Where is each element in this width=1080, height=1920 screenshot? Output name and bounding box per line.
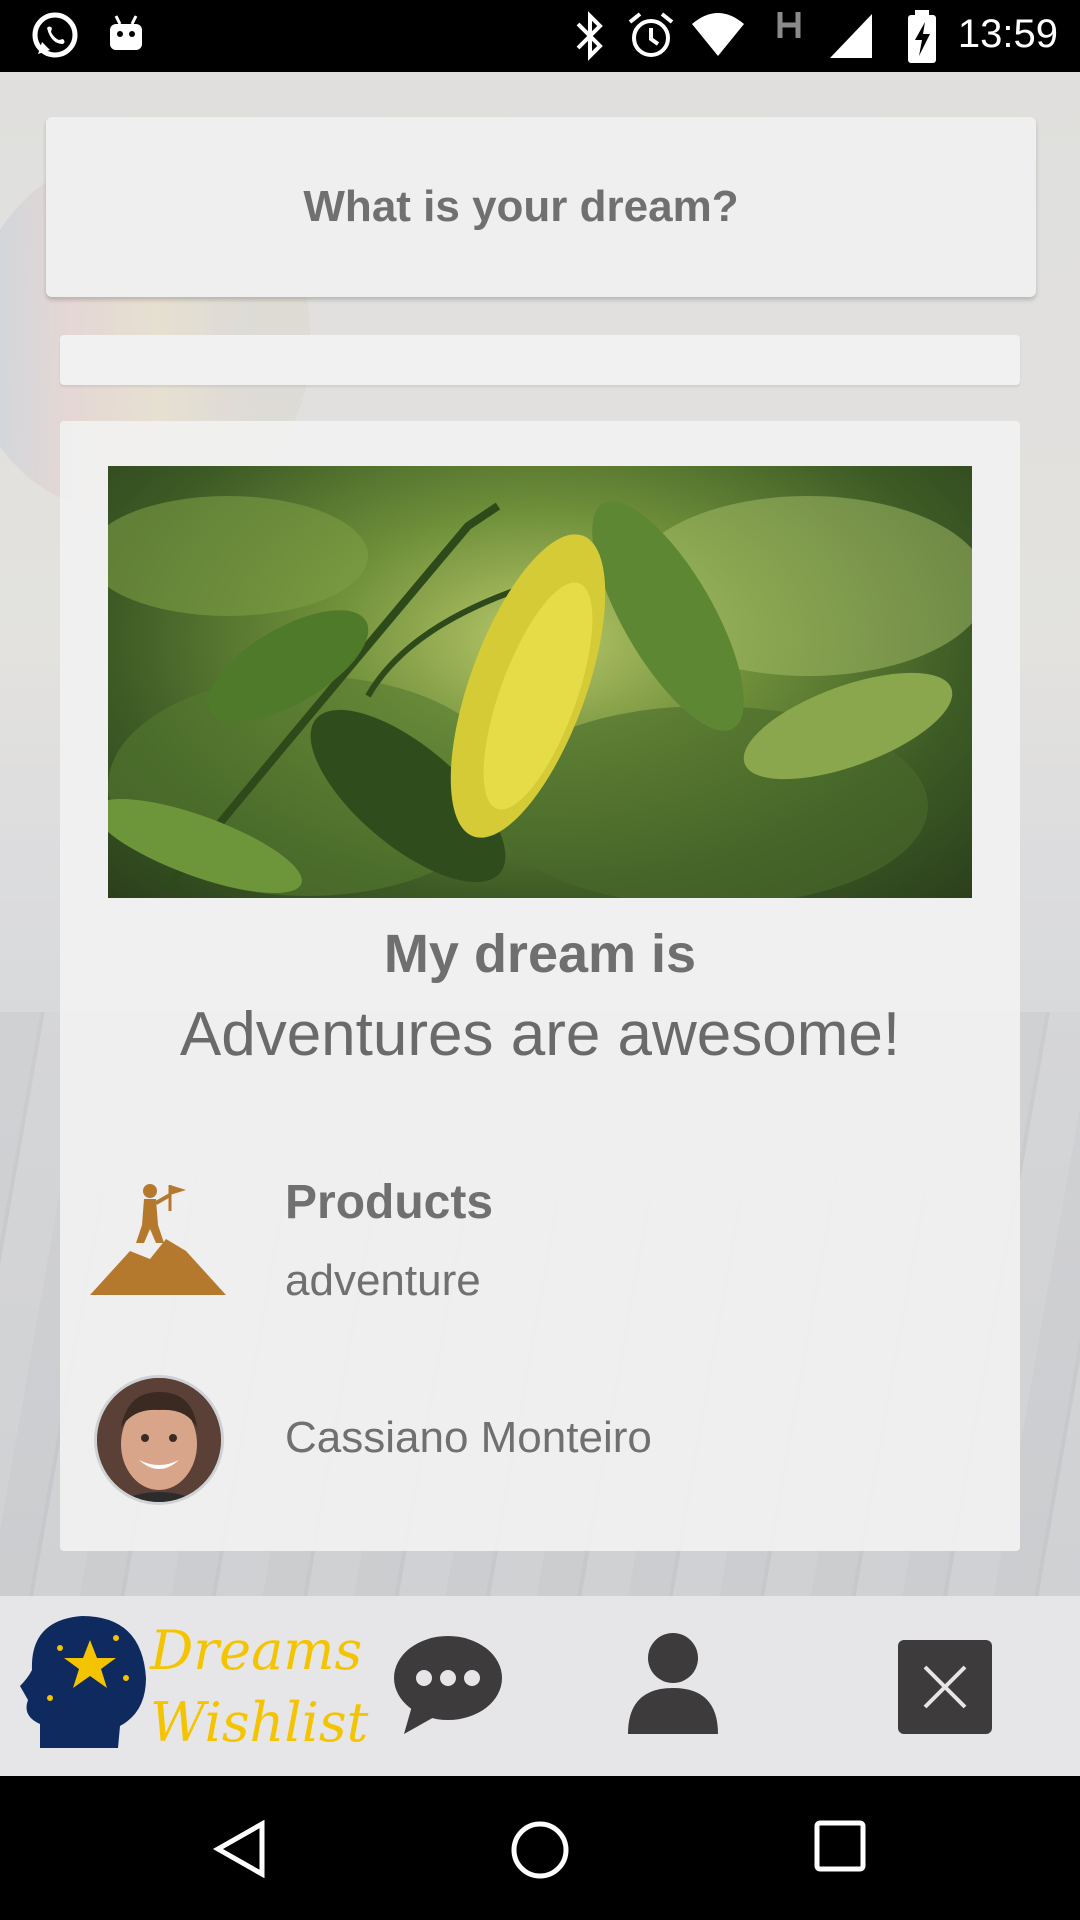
signal-icon bbox=[830, 14, 872, 58]
wifi-icon bbox=[692, 13, 744, 56]
owner-name[interactable]: Cassiano Monteiro bbox=[285, 1413, 652, 1463]
recents-icon[interactable] bbox=[814, 1820, 866, 1872]
head-star-icon bbox=[20, 1616, 146, 1748]
close-button[interactable] bbox=[898, 1640, 992, 1734]
bluetooth-icon bbox=[576, 11, 603, 61]
profile-icon[interactable] bbox=[628, 1632, 718, 1734]
logo-line2: Wishlist bbox=[150, 1691, 369, 1754]
close-icon bbox=[923, 1665, 967, 1709]
status-bar: 13:59 bbox=[0, 0, 1080, 72]
avatar[interactable] bbox=[94, 1375, 224, 1505]
back-icon[interactable] bbox=[212, 1820, 270, 1878]
app-bar: Dreams Wishlist bbox=[0, 1596, 1080, 1776]
home-icon[interactable] bbox=[510, 1820, 570, 1880]
system-nav-bar bbox=[0, 1776, 1080, 1920]
question-title: What is your dream? bbox=[303, 182, 739, 231]
chat-icon[interactable] bbox=[392, 1632, 504, 1736]
logo-line1: Dreams bbox=[150, 1619, 363, 1682]
dreams-wishlist-logo[interactable]: Dreams Wishlist bbox=[20, 1608, 368, 1768]
alarm-icon bbox=[628, 12, 674, 57]
whatsapp-icon bbox=[32, 12, 78, 58]
status-time: 13:59 bbox=[957, 12, 1058, 56]
android-icon bbox=[110, 15, 142, 50]
category-value: adventure bbox=[285, 1256, 481, 1305]
h-network-icon bbox=[777, 12, 801, 38]
dream-text: Adventures are awesome! bbox=[179, 1000, 901, 1069]
category-title: Products bbox=[285, 1176, 494, 1229]
dream-photo bbox=[108, 466, 972, 898]
dream-label: My dream is bbox=[383, 924, 697, 984]
battery-charging-icon bbox=[908, 10, 936, 63]
mountain-climber-icon bbox=[90, 1184, 226, 1295]
question-card[interactable]: What is your dream? bbox=[46, 117, 1036, 297]
dream-input-bar[interactable] bbox=[60, 335, 1020, 385]
dream-card[interactable]: My dream is Adventures are awesome! Prod… bbox=[60, 421, 1020, 1551]
